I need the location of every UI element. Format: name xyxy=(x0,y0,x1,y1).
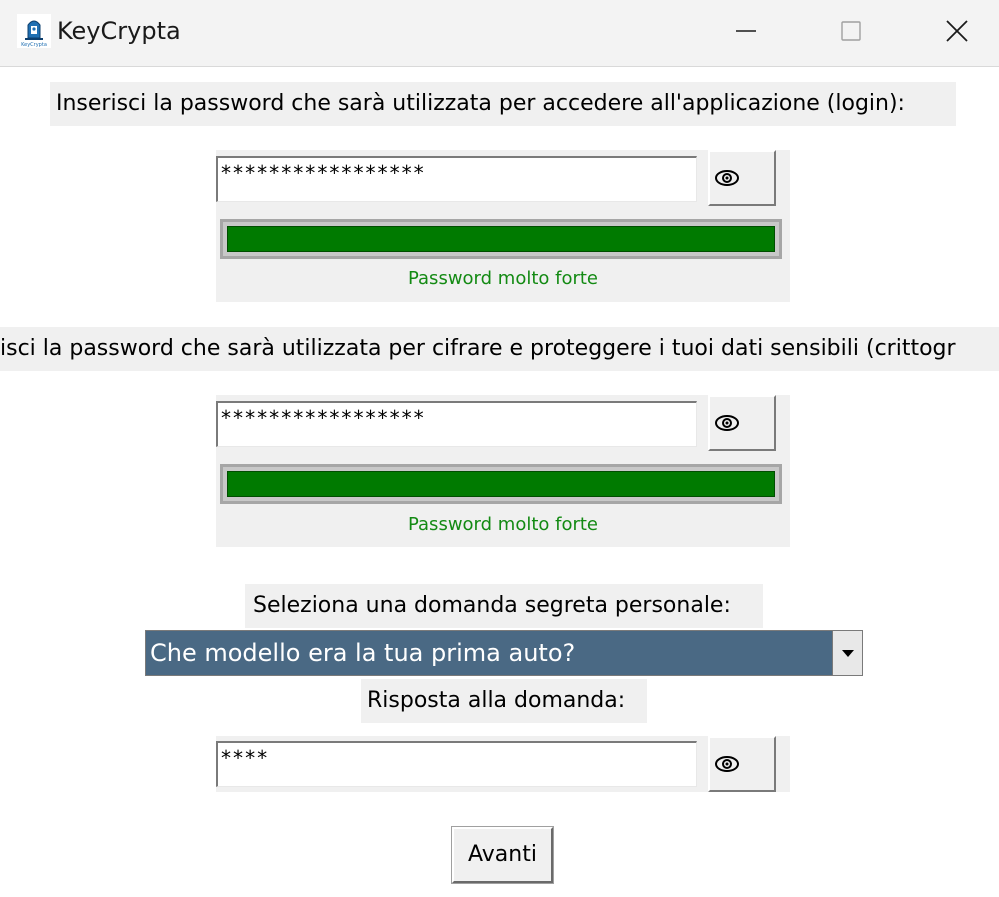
login-strength-meter xyxy=(220,219,782,259)
chevron-down-icon xyxy=(841,650,854,657)
answer-show-button[interactable] xyxy=(708,736,776,792)
secret-question-select[interactable]: Che modello era la tua prima auto? xyxy=(145,630,863,676)
crypto-strength-meter xyxy=(220,464,782,504)
minimize-icon xyxy=(736,30,756,32)
title-bar[interactable]: KeyCrypta KeyCrypta xyxy=(0,0,999,67)
login-password-label: Inserisci la password che sarà utilizzat… xyxy=(50,82,956,126)
secret-question-label: Seleziona una domanda segreta personale: xyxy=(245,584,763,628)
answer-input[interactable]: **** xyxy=(216,741,697,787)
crypto-strength-fill xyxy=(227,471,775,497)
login-show-password-button[interactable] xyxy=(708,150,776,206)
eye-icon xyxy=(715,170,739,186)
eye-icon xyxy=(715,415,739,431)
dropdown-arrow-button[interactable] xyxy=(832,631,862,675)
window-title: KeyCrypta xyxy=(57,17,181,45)
secret-question-selected: Che modello era la tua prima auto? xyxy=(150,639,576,667)
eye-icon xyxy=(715,756,739,772)
app-logo-icon: KeyCrypta xyxy=(17,14,51,48)
crypto-password-label: isci la password che sarà utilizzata per… xyxy=(0,327,999,371)
crypto-password-input[interactable]: ***************** xyxy=(216,401,697,447)
minimize-button[interactable] xyxy=(716,8,776,54)
next-button[interactable]: Avanti xyxy=(451,826,554,884)
svg-text:KeyCrypta: KeyCrypta xyxy=(21,42,47,48)
login-strength-fill xyxy=(227,226,775,252)
maximize-button[interactable] xyxy=(821,8,881,54)
crypto-show-password-button[interactable] xyxy=(708,395,776,451)
close-button[interactable] xyxy=(927,8,987,54)
login-strength-text: Password molto forte xyxy=(407,268,599,289)
close-icon xyxy=(946,20,968,42)
app-window: KeyCrypta KeyCrypta Inserisci la passwor… xyxy=(0,0,999,897)
answer-label: Risposta alla domanda: xyxy=(361,679,647,723)
maximize-icon xyxy=(841,21,861,41)
login-password-input[interactable]: ***************** xyxy=(216,156,697,202)
crypto-strength-text: Password molto forte xyxy=(407,514,599,535)
